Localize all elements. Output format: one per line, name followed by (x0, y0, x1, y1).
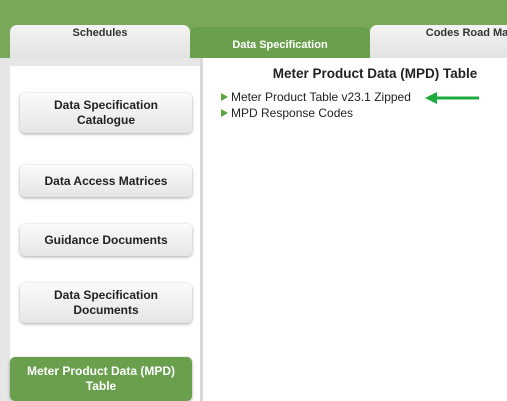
link-label[interactable]: Meter Product Table v23.1 Zipped (231, 90, 411, 104)
top-navigation-bar: Schedules Data Specification Codes Road … (0, 0, 507, 58)
green-arrow-icon (425, 92, 479, 104)
sidebar: Data Specification Catalogue Data Access… (0, 58, 200, 401)
main-content: Meter Product Data (MPD) Table Meter Pro… (205, 58, 507, 401)
tab-codes-road-map[interactable]: Codes Road Map (370, 25, 507, 58)
sidebar-item-meter-product-data-table[interactable]: Meter Product Data (MPD) Table (10, 357, 192, 401)
divider (200, 58, 203, 401)
play-triangle-icon (221, 109, 228, 117)
sidebar-item-guidance-documents[interactable]: Guidance Documents (20, 224, 192, 256)
sidebar-item-data-specification-documents[interactable]: Data Specification Documents (20, 283, 192, 323)
tab-data-specification[interactable]: Data Specification (190, 27, 370, 58)
sidebar-item-data-specification-catalogue[interactable]: Data Specification Catalogue (20, 93, 192, 133)
sidebar-panel: Data Specification Catalogue Data Access… (10, 66, 200, 401)
play-triangle-icon (221, 93, 228, 101)
tab-schedules[interactable]: Schedules (10, 25, 190, 58)
sidebar-item-data-access-matrices[interactable]: Data Access Matrices (20, 165, 192, 197)
link-label[interactable]: MPD Response Codes (231, 106, 353, 120)
link-mpd-response-codes[interactable]: MPD Response Codes (221, 106, 353, 120)
link-meter-product-table[interactable]: Meter Product Table v23.1 Zipped (221, 90, 411, 104)
page-title: Meter Product Data (MPD) Table (272, 66, 478, 81)
